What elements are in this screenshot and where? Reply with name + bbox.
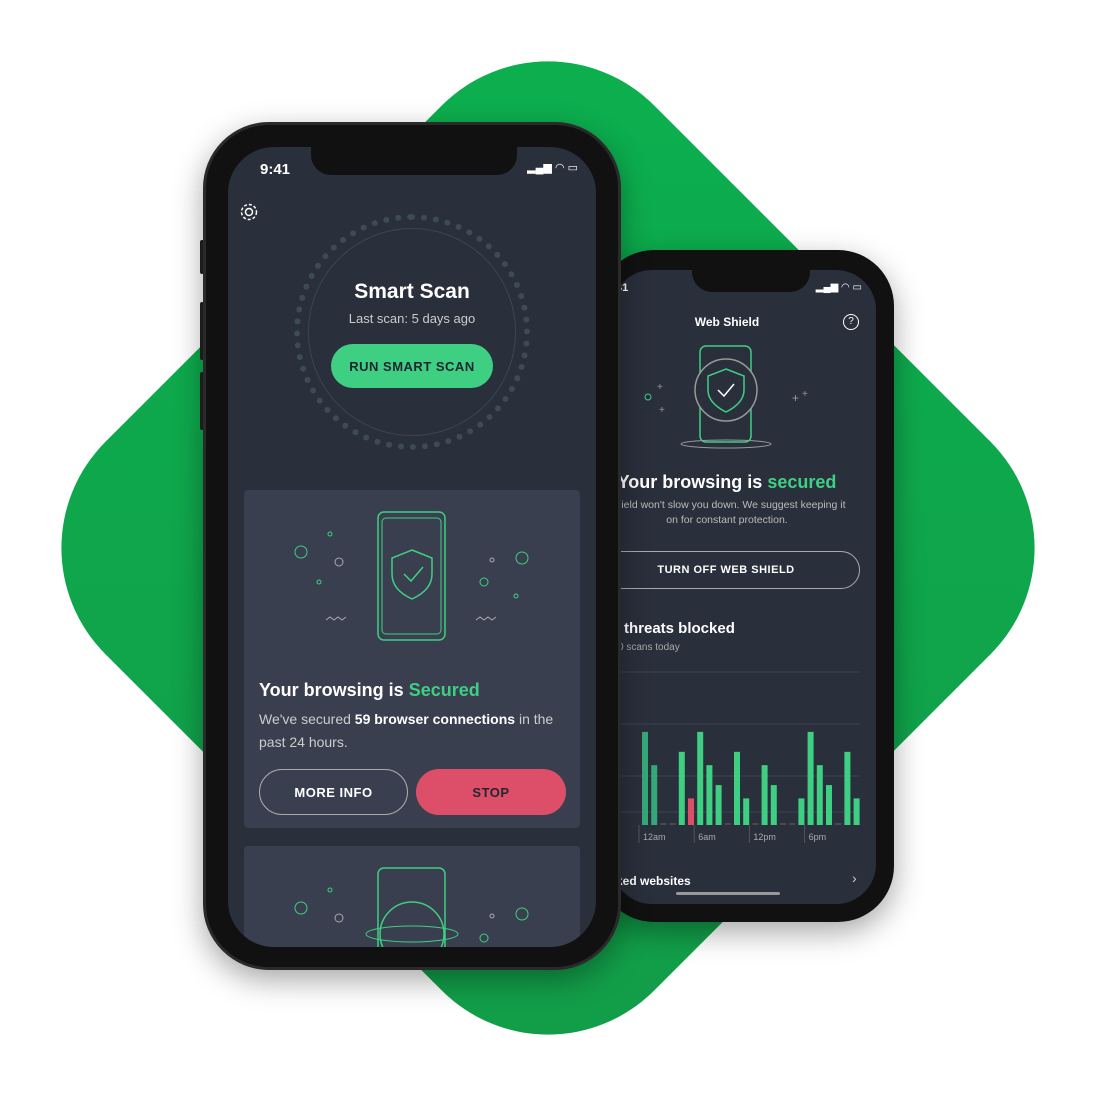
body-text: We've secured	[259, 711, 355, 727]
bar	[853, 798, 860, 825]
bar	[807, 731, 814, 825]
bar	[688, 798, 694, 825]
run-smart-scan-button[interactable]: RUN SMART SCAN	[331, 344, 493, 388]
last-scan-text: Last scan: 5 days ago	[348, 311, 476, 326]
bar	[697, 731, 704, 825]
svg-text:+: +	[792, 391, 799, 405]
x-tick-label: 6am	[698, 832, 716, 842]
web-shield-card: Your browsing is Secured We've secured 5…	[244, 490, 580, 828]
screen-title: Web Shield	[694, 315, 760, 329]
card-title: Your browsing is Secured	[259, 680, 480, 701]
turn-off-web-shield-button[interactable]: TURN OFF WEB SHIELD	[612, 551, 860, 589]
bar	[798, 798, 805, 825]
headline-status: secured	[767, 472, 837, 492]
bar	[715, 785, 722, 825]
svg-text:+: +	[802, 389, 808, 400]
shield-phone-illustration: ++ + +	[644, 345, 808, 449]
blocked-websites-link[interactable]: ked websites	[616, 874, 691, 888]
scan-ring	[308, 228, 516, 436]
threats-title: threats blocked	[624, 620, 735, 637]
description: Shield won't slow you down. We suggest k…	[612, 499, 846, 526]
bar	[651, 765, 658, 825]
bar	[816, 765, 823, 825]
back-phone: 41 ▂▄▆ ◠ ▭ Web Shield ? + + + + Your brows…	[598, 250, 894, 922]
gear-icon[interactable]	[238, 201, 260, 223]
threats-chart: 12am 6am 12pm 6pm	[612, 671, 860, 843]
web-shield-screen: 41 ▂▄▆ ◠ ▭ Web Shield ? + + + + Your brows…	[612, 270, 876, 904]
notch	[692, 270, 810, 292]
headline: Your browsing is secured	[612, 472, 842, 493]
bar	[706, 765, 713, 825]
bar	[826, 785, 832, 825]
card-title-prefix: Your browsing is	[259, 680, 409, 700]
second-card	[244, 846, 580, 947]
front-phone: 9:41 ▂▄▆ ◠ ▭ Smart Scan Last scan: 5 day…	[203, 122, 621, 970]
home-indicator	[676, 892, 780, 895]
stop-button[interactable]: STOP	[416, 769, 566, 815]
card-title-status: Secured	[408, 680, 480, 700]
status-icons: ▂▄▆ ◠ ▭	[815, 282, 862, 293]
x-tick-label: 12pm	[753, 832, 776, 842]
card-body: We've secured 59 browser connections in …	[259, 708, 565, 754]
status-icons: ▂▄▆ ◠ ▭	[527, 162, 578, 174]
bar	[734, 751, 740, 825]
svg-text:+: +	[659, 405, 665, 416]
bar	[743, 798, 750, 825]
bar	[844, 751, 851, 825]
threats-subtitle: 0 scans today	[618, 642, 680, 653]
bar	[761, 765, 768, 825]
bar	[642, 731, 648, 825]
secured-phone-illustration	[294, 511, 529, 641]
bar	[770, 785, 777, 825]
globe-shield-illustration	[294, 867, 529, 947]
svg-text:+: +	[657, 382, 663, 393]
home-screen: 9:41 ▂▄▆ ◠ ▭ Smart Scan Last scan: 5 day…	[228, 147, 596, 947]
bar	[678, 751, 685, 825]
smart-scan-title: Smart Scan	[354, 280, 470, 303]
x-tick-label: 12am	[643, 832, 666, 842]
connections-count: 59 browser connections	[354, 711, 516, 727]
question-circle-icon[interactable]: ?	[843, 314, 859, 330]
headline-prefix: Your browsing is	[617, 472, 768, 492]
more-info-button[interactable]: MORE INFO	[259, 769, 408, 815]
status-time: 9:41	[260, 161, 291, 178]
x-tick-label: 6pm	[809, 832, 827, 842]
chevron-right-icon[interactable]: ›	[852, 870, 857, 886]
notch	[311, 147, 517, 175]
